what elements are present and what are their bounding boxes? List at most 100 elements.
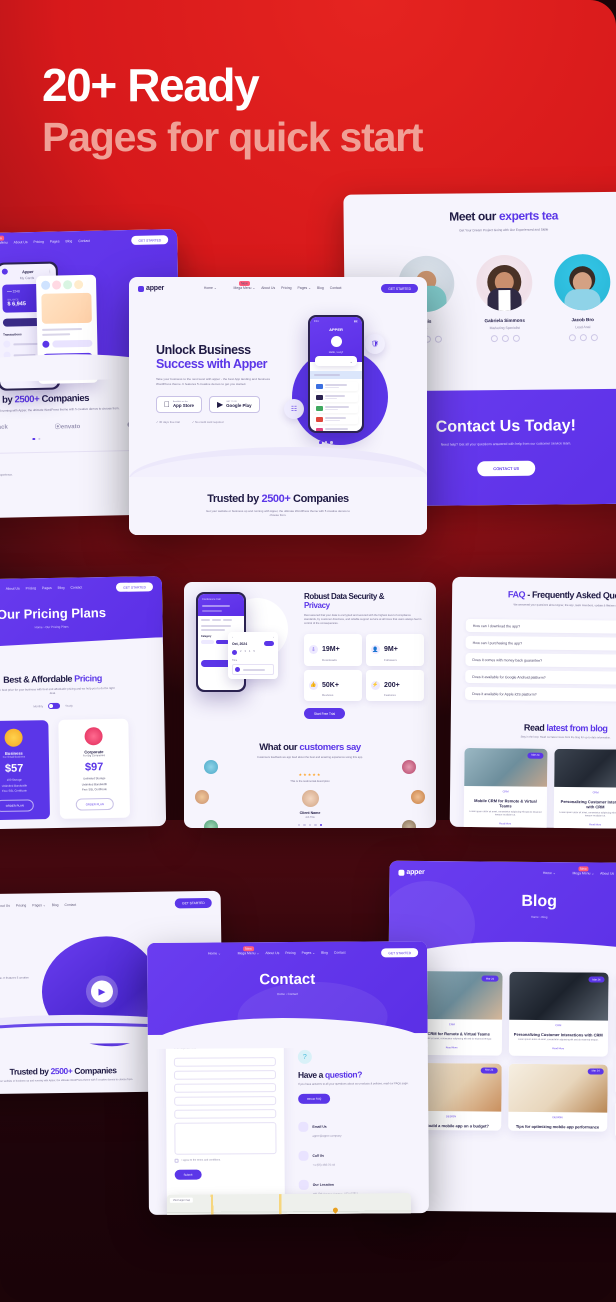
read-faq-button[interactable]: READ FAQ bbox=[298, 1093, 331, 1104]
nav-item-mega-menu[interactable]: NewMega Menu ⌄ bbox=[562, 866, 594, 876]
billing-toggle[interactable]: Monthly Yearly bbox=[0, 702, 150, 711]
contact-info-item: Email Us apper@apper.company bbox=[298, 1114, 410, 1138]
nav-item-blog[interactable]: Blog bbox=[317, 286, 324, 290]
member-socials[interactable] bbox=[555, 333, 611, 342]
nav-item-blog[interactable]: Blog bbox=[52, 903, 59, 907]
nav-item-about[interactable]: About Us bbox=[261, 286, 275, 290]
nav-item[interactable]: Pages bbox=[42, 586, 52, 590]
nav-item[interactable]: Blog bbox=[65, 240, 72, 244]
mockup-faq-page[interactable]: FAQ - Frequently Asked Quest We answered… bbox=[449, 576, 616, 830]
faq-item[interactable]: How can I purchasing the app? bbox=[465, 635, 616, 652]
nav-item-pricing[interactable]: Pricing bbox=[281, 286, 291, 290]
nav-item-pricing[interactable]: Pricing bbox=[285, 951, 295, 955]
site-nav[interactable]: NewMega Menu About Us Pricing Pages Blog… bbox=[0, 586, 82, 592]
nav-item-pages[interactable]: Pages ⌄ bbox=[302, 951, 315, 955]
submit-button[interactable]: Submit bbox=[174, 1169, 202, 1180]
mockup-contact-page[interactable]: Home ⌄ NewMega Menu ⌄ About Us Pricing P… bbox=[147, 941, 429, 1215]
faq-item[interactable]: Does it comes with money back guarantee? bbox=[465, 652, 616, 669]
map-label: View larger map bbox=[169, 1197, 194, 1203]
nav-item[interactable]: Contact bbox=[78, 239, 90, 243]
nav-item[interactable]: Blog bbox=[58, 586, 65, 590]
nav-item-home[interactable]: Home ⌄ bbox=[204, 286, 217, 290]
phone-app-title: APPER bbox=[329, 327, 343, 332]
contact-phone-input[interactable] bbox=[174, 1082, 277, 1093]
faq-item[interactable]: Does it available for Google Android pla… bbox=[465, 669, 616, 686]
app-store-button[interactable]:  Available on theApp Store bbox=[156, 396, 202, 414]
site-nav[interactable]: Home ⌄ NewMega Menu ⌄ About Us Pricing P… bbox=[0, 903, 76, 909]
contact-message-textarea[interactable] bbox=[174, 1121, 277, 1155]
nav-item-pages[interactable]: Pages ⌄ bbox=[32, 903, 45, 907]
phone-search-field[interactable]: ⌄ bbox=[315, 356, 357, 366]
member-socials[interactable] bbox=[477, 334, 533, 343]
phone-icon bbox=[298, 1150, 309, 1161]
pricing-card[interactable]: Corporate For Big Companies $97 Unlimite… bbox=[58, 719, 131, 820]
trusted-sub: Get your website or business up and runn… bbox=[206, 509, 350, 518]
blog-card[interactable]: Mar 24 CRM Personalizing Customer Intera… bbox=[508, 971, 609, 1057]
nav-item-home[interactable]: Home ⌄ bbox=[543, 872, 556, 876]
nav-item-contact[interactable]: Contact bbox=[64, 903, 76, 907]
get-started-button[interactable]: GET STARTED bbox=[131, 235, 169, 246]
site-nav[interactable]: Home NewMega Menu About Us Pricing Pages… bbox=[0, 235, 90, 246]
mockup-security-page[interactable]: Conference Call Category ‹ › Oct, 2024 2… bbox=[184, 582, 436, 828]
google-play-button[interactable]: ▶ GET IT ON Google Play bbox=[208, 396, 260, 414]
nav-item-blog[interactable]: Blog bbox=[321, 951, 328, 955]
nav-item-contact[interactable]: Contact bbox=[330, 286, 342, 290]
contact-email-input[interactable] bbox=[173, 1069, 277, 1080]
contact-side-title: Have a question? bbox=[297, 1069, 363, 1080]
avatar bbox=[195, 789, 209, 804]
site-nav[interactable]: Home ⌄ NewMega Menu ⌄ About Us Pricing P… bbox=[204, 280, 342, 290]
get-started-button[interactable]: GET STARTED bbox=[381, 283, 418, 294]
start-trial-button[interactable]: Start Free Trial bbox=[304, 708, 346, 720]
shield-icon: 🛡 bbox=[365, 334, 385, 354]
nav-item[interactable]: Contact bbox=[70, 586, 82, 590]
brand-logo[interactable]: apper bbox=[138, 285, 164, 292]
map-widget[interactable]: View larger map bbox=[166, 1193, 412, 1215]
read-more-link[interactable]: Read More bbox=[508, 1043, 608, 1057]
nav-item[interactable]: Pricing bbox=[33, 240, 43, 244]
team-member: Jacob Bro Lead Anal bbox=[554, 253, 611, 342]
nav-item-pages[interactable]: Pages ⌄ bbox=[298, 286, 311, 290]
contact-us-button[interactable]: CONTACT US bbox=[477, 461, 536, 477]
nav-item-mega-menu[interactable]: NewMega Menu ⌄ bbox=[223, 280, 255, 290]
faq-item[interactable]: How can I download the app? bbox=[465, 618, 616, 635]
logo-item: ⦿envato bbox=[54, 423, 81, 431]
order-plan-button[interactable]: ORDER PLAN bbox=[0, 799, 34, 813]
client-role: Job Title bbox=[305, 815, 315, 819]
nav-item[interactable]: Pages bbox=[50, 240, 60, 244]
play-button-icon[interactable]: ▶ bbox=[90, 980, 114, 1003]
get-started-button[interactable]: GET STARTED bbox=[174, 898, 212, 909]
mockup-hero-home[interactable]: apper Home ⌄ NewMega Menu ⌄ About Us Pri… bbox=[129, 277, 427, 535]
hero-description: Take your business to the next level wit… bbox=[156, 377, 271, 386]
nav-item-home[interactable]: Home ⌄ bbox=[208, 952, 221, 956]
contact-subject-input[interactable] bbox=[174, 1095, 277, 1106]
terms-checkbox[interactable] bbox=[174, 1158, 179, 1163]
blog-card[interactable]: Mar 24 CRM Personalizing Customer Intera… bbox=[553, 748, 616, 830]
terms-label: I agree to the terms and conditions. bbox=[181, 1158, 221, 1163]
order-plan-button[interactable]: ORDER PLAN bbox=[75, 798, 114, 811]
contact-name-input[interactable] bbox=[173, 1056, 276, 1067]
phone-greeting: Hello, Lucy! bbox=[328, 350, 344, 354]
get-started-button[interactable]: GET STARTED bbox=[116, 582, 154, 592]
nav-item-contact[interactable]: Contact bbox=[334, 951, 346, 955]
site-nav[interactable]: Home ⌄ NewMega Menu ⌄ About Us Pricing P… bbox=[543, 866, 616, 877]
blog-card[interactable]: Mar 24 CRM Mobile CRM for Remote & Virtu… bbox=[463, 747, 548, 830]
nav-item-about[interactable]: About Us bbox=[600, 872, 614, 876]
nav-item[interactable]: About Us bbox=[6, 587, 20, 591]
nav-item[interactable]: Pricing bbox=[26, 587, 36, 591]
mockup-pricing-page[interactable]: NewMega Menu About Us Pricing Pages Blog… bbox=[0, 576, 167, 830]
pricing-card[interactable]: Business For Small Business $57 100 Stor… bbox=[0, 720, 51, 821]
nav-item-about[interactable]: About Us bbox=[0, 904, 10, 908]
faq-item[interactable]: Does it available for Apple iOS platform… bbox=[465, 686, 616, 703]
blog-card[interactable]: Mar 24 DESIGN Tips for optimizing mobile… bbox=[507, 1063, 608, 1132]
contact-company-input[interactable] bbox=[174, 1108, 277, 1119]
nav-item-mega-menu[interactable]: NewMega Menu ⌄ bbox=[227, 946, 260, 956]
nav-item-about[interactable]: About Us bbox=[265, 952, 279, 956]
nav-item-pricing[interactable]: Pricing bbox=[16, 903, 26, 907]
site-nav[interactable]: Home ⌄ NewMega Menu ⌄ About Us Pricing P… bbox=[208, 946, 346, 956]
nav-item[interactable]: NewMega Menu bbox=[0, 235, 8, 246]
get-started-button[interactable]: GET STARTED bbox=[381, 947, 419, 958]
nav-item[interactable]: About Us bbox=[14, 241, 28, 245]
brand-logo[interactable]: apper bbox=[398, 869, 425, 876]
blog-tag: Mar 24 bbox=[588, 976, 605, 983]
read-more-link[interactable]: Read More bbox=[554, 818, 616, 829]
